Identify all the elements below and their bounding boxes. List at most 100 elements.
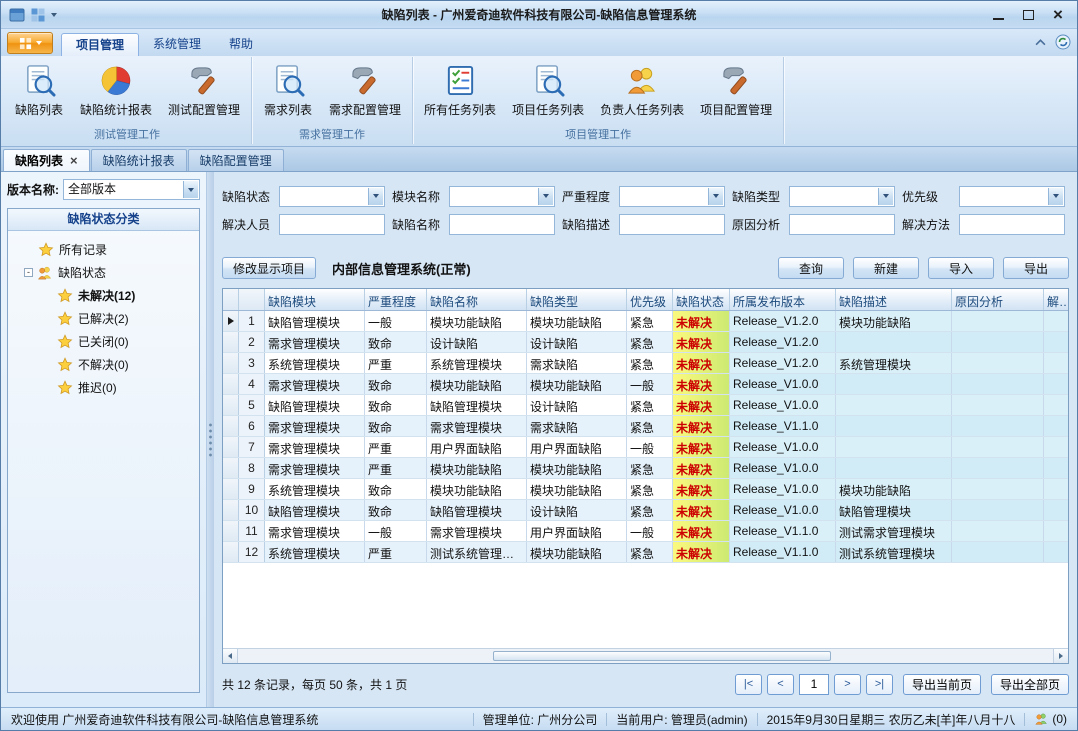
scrollbar-thumb[interactable]: [493, 651, 831, 661]
grid-row-10[interactable]: 10缺陷管理模块致命缺陷管理模块设计缺陷紧急未解决Release_V1.0.0缺…: [223, 500, 1068, 521]
ribbon-button-requirement-config-management[interactable]: 需求配置管理: [321, 60, 409, 127]
ribbon-button-test-config-management[interactable]: 测试配置管理: [160, 60, 248, 127]
column-header-cause-analysis[interactable]: 原因分析: [952, 289, 1044, 310]
ribbon-tab-help[interactable]: 帮助: [215, 33, 267, 56]
tree-node-1-0[interactable]: 未解决(12): [10, 284, 197, 307]
grid-row-1[interactable]: 1缺陷管理模块一般模块功能缺陷模块功能缺陷紧急未解决Release_V1.2.0…: [223, 311, 1068, 332]
filter-severity-select[interactable]: [619, 186, 725, 207]
tree-node-1[interactable]: -缺陷状态: [10, 261, 197, 284]
tab-close-icon[interactable]: ×: [70, 154, 78, 167]
title-bar[interactable]: 缺陷列表 - 广州爱奇迪软件科技有限公司-缺陷信息管理系统 ×: [1, 1, 1077, 29]
grid-row-2[interactable]: 2需求管理模块致命设计缺陷设计缺陷紧急未解决Release_V1.2.0: [223, 332, 1068, 353]
dropdown-arrow-icon[interactable]: [708, 188, 723, 205]
ribbon-collapse-icon[interactable]: [1035, 39, 1046, 46]
minimize-button[interactable]: [983, 3, 1013, 27]
ribbon-tab-project-management[interactable]: 项目管理: [61, 33, 139, 56]
filter-solution-input[interactable]: [959, 214, 1065, 235]
column-header-priority[interactable]: 优先级: [627, 289, 673, 310]
tree-collapse-icon[interactable]: -: [24, 268, 33, 277]
column-header-defect-description[interactable]: 缺陷描述: [836, 289, 952, 310]
grid-row-9[interactable]: 9系统管理模块致命模块功能缺陷模块功能缺陷紧急未解决Release_V1.0.0…: [223, 479, 1068, 500]
ribbon-button-owner-tasks-list[interactable]: 负责人任务列表: [592, 60, 692, 127]
filter-module-name-select[interactable]: [449, 186, 555, 207]
filter-priority-select[interactable]: [959, 186, 1065, 207]
tree-node-1-4[interactable]: 推迟(0): [10, 376, 197, 399]
dropdown-arrow-icon[interactable]: [183, 181, 198, 198]
grid-row-5[interactable]: 5缺陷管理模块致命缺陷管理模块设计缺陷紧急未解决Release_V1.0.0: [223, 395, 1068, 416]
grid-row-3[interactable]: 3系统管理模块严重系统管理模块需求缺陷紧急未解决Release_V1.2.0系统…: [223, 353, 1068, 374]
page-number-input[interactable]: [799, 674, 829, 695]
close-button[interactable]: ×: [1043, 3, 1073, 27]
doc-tab-defect-config-management[interactable]: 缺陷配置管理: [188, 149, 284, 171]
filter-cause-analysis-input[interactable]: [789, 214, 895, 235]
cell-defect-name: 模块功能缺陷: [427, 374, 527, 394]
column-header-defect-status[interactable]: 缺陷状态: [673, 289, 730, 310]
cell-defect-name: 需求管理模块: [427, 416, 527, 436]
ribbon-button-all-tasks-list[interactable]: 所有任务列表: [416, 60, 504, 127]
ribbon-button-project-tasks-list[interactable]: 项目任务列表: [504, 60, 592, 127]
version-select[interactable]: 全部版本: [63, 179, 200, 200]
tree-node-1-3[interactable]: 不解决(0): [10, 353, 197, 376]
next-page-button[interactable]: >: [834, 674, 861, 695]
export-current-page-button[interactable]: 导出当前页: [903, 674, 981, 695]
column-header-release-version[interactable]: 所属发布版本: [730, 289, 836, 310]
application-menu-button[interactable]: [7, 32, 53, 54]
tree-node-0[interactable]: 所有记录: [10, 238, 197, 261]
dropdown-arrow-icon[interactable]: [368, 188, 383, 205]
column-header-defect-type[interactable]: 缺陷类型: [527, 289, 627, 310]
ribbon-group-2: 需求列表需求配置管理需求管理工作: [252, 57, 413, 144]
sidebar-splitter[interactable]: [207, 172, 214, 707]
horizontal-scrollbar[interactable]: [223, 648, 1068, 663]
ribbon-button-project-config-management[interactable]: 项目配置管理: [692, 60, 780, 127]
status-separator: [473, 713, 474, 726]
grid-row-6[interactable]: 6需求管理模块致命需求管理模块需求缺陷紧急未解决Release_V1.1.0: [223, 416, 1068, 437]
dropdown-arrow-icon[interactable]: [878, 188, 893, 205]
export-button[interactable]: 导出: [1003, 257, 1069, 279]
cell-defect-module: 需求管理模块: [265, 332, 365, 352]
status-tree: 所有记录-缺陷状态未解决(12)已解决(2)已关闭(0)不解决(0)推迟(0): [8, 231, 199, 692]
cell-solution: [1044, 395, 1069, 415]
modify-display-items-button[interactable]: 修改显示项目: [222, 257, 316, 279]
column-header-defect-module[interactable]: 缺陷模块: [265, 289, 365, 310]
grid-row-7[interactable]: 7需求管理模块严重用户界面缺陷用户界面缺陷一般未解决Release_V1.0.0: [223, 437, 1068, 458]
grid-row-8[interactable]: 8需求管理模块严重模块功能缺陷模块功能缺陷紧急未解决Release_V1.0.0: [223, 458, 1068, 479]
scroll-right-icon[interactable]: [1053, 649, 1068, 663]
ribbon-button-requirement-list[interactable]: 需求列表: [255, 60, 321, 127]
about-refresh-icon[interactable]: [1055, 34, 1071, 50]
first-page-button[interactable]: |<: [735, 674, 762, 695]
grid-row-11[interactable]: 11需求管理模块一般需求管理模块用户界面缺陷一般未解决Release_V1.1.…: [223, 521, 1068, 542]
column-header-defect-name[interactable]: 缺陷名称: [427, 289, 527, 310]
filter-defect-status-select[interactable]: [279, 186, 385, 207]
ribbon-tab-system-management[interactable]: 系统管理: [139, 33, 215, 56]
tree-node-1-1[interactable]: 已解决(2): [10, 307, 197, 330]
search-button[interactable]: 查询: [778, 257, 844, 279]
maximize-button[interactable]: [1013, 3, 1043, 27]
cell-defect-module: 需求管理模块: [265, 521, 365, 541]
window-layout-icon[interactable]: [30, 7, 46, 23]
dropdown-arrow-icon[interactable]: [538, 188, 553, 205]
filter-defect-status-label: 缺陷状态: [222, 188, 279, 205]
new-button[interactable]: 新建: [853, 257, 919, 279]
grid-row-4[interactable]: 4需求管理模块致命模块功能缺陷模块功能缺陷一般未解决Release_V1.0.0: [223, 374, 1068, 395]
doc-tab-defect-stats-report[interactable]: 缺陷统计报表: [91, 149, 187, 171]
dropdown-arrow-icon[interactable]: [1048, 188, 1063, 205]
filter-defect-name-input[interactable]: [449, 214, 555, 235]
row-indicator: [223, 374, 239, 394]
doc-tab-defect-list[interactable]: 缺陷列表×: [3, 149, 90, 171]
ribbon-button-defect-stats-report[interactable]: 缺陷统计报表: [72, 60, 160, 127]
filter-resolver-input[interactable]: [279, 214, 385, 235]
column-header-severity[interactable]: 严重程度: [365, 289, 427, 310]
filter-defect-description-input[interactable]: [619, 214, 725, 235]
filter-defect-type-select[interactable]: [789, 186, 895, 207]
scroll-left-icon[interactable]: [223, 649, 238, 663]
ribbon-button-defect-list[interactable]: 缺陷列表: [6, 60, 72, 127]
grid-row-12[interactable]: 12系统管理模块严重测试系统管理模块模块功能缺陷紧急未解决Release_V1.…: [223, 542, 1068, 563]
import-button[interactable]: 导入: [928, 257, 994, 279]
quick-access-dropdown-icon[interactable]: [51, 13, 57, 17]
column-header-solution[interactable]: 解决方法: [1044, 289, 1069, 310]
tree-node-1-2[interactable]: 已关闭(0): [10, 330, 197, 353]
star-icon: [38, 242, 54, 258]
prev-page-button[interactable]: <: [767, 674, 794, 695]
last-page-button[interactable]: >|: [866, 674, 893, 695]
export-all-pages-button[interactable]: 导出全部页: [991, 674, 1069, 695]
